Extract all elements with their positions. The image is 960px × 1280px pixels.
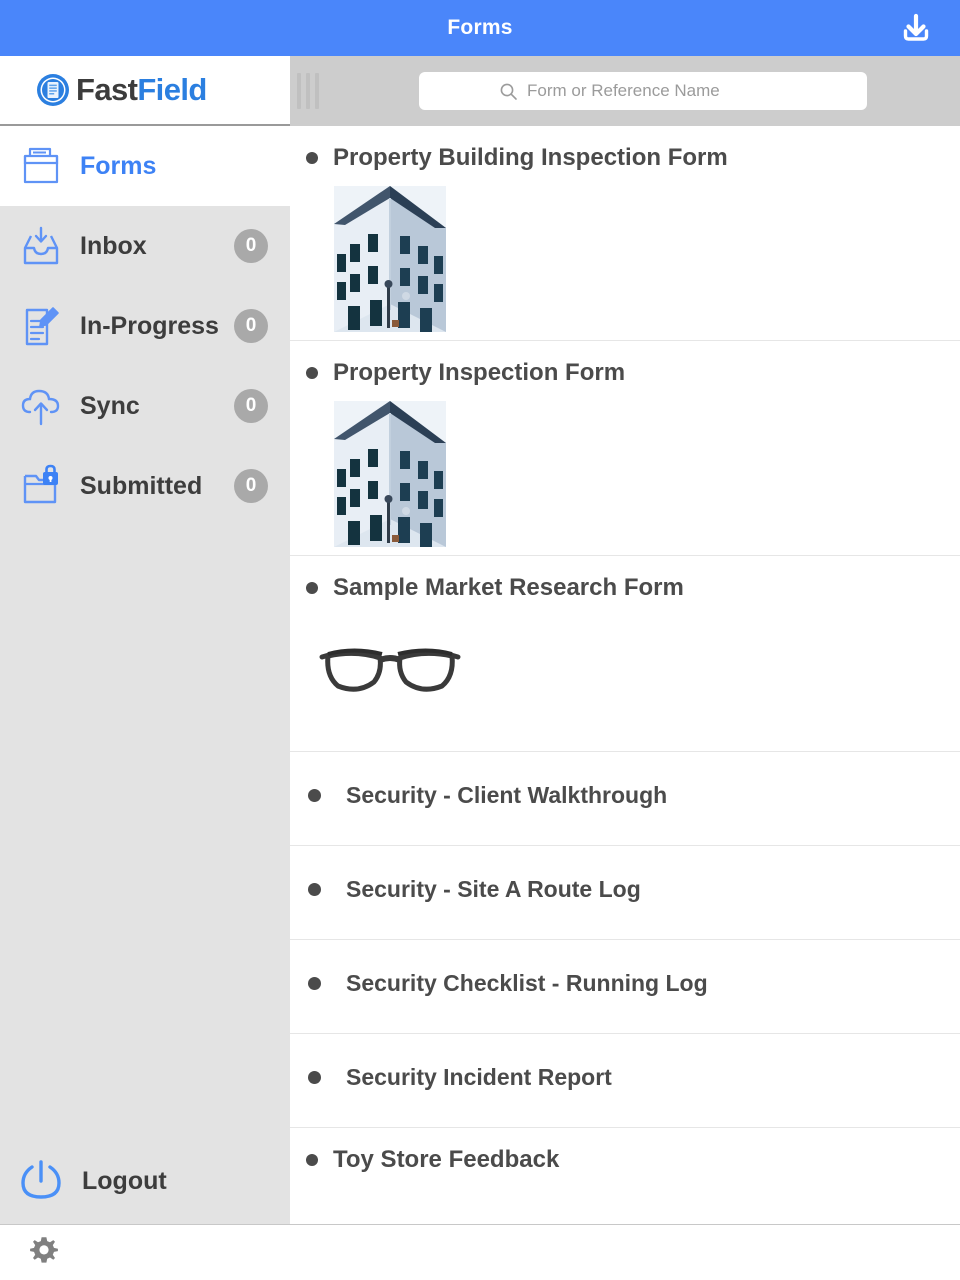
logout-label: Logout [82,1166,167,1195]
sidebar-nav: Forms Inbox 0 In-Progress 0 Sync 0 Submi… [0,126,290,526]
form-title: Security - Client Walkthrough [346,782,668,808]
inbox-tray-icon [10,222,72,270]
search-inner [499,81,787,101]
form-title: Property Building Inspection Form [333,144,728,171]
search-box[interactable] [419,72,867,110]
status-badge: 0 [234,229,268,263]
bullet-icon [308,977,321,990]
settings-button[interactable] [26,1232,62,1273]
form-title: Security Checklist - Running Log [346,970,708,996]
list-item-spacer [290,1174,960,1224]
fastfield-document-logo-icon [36,73,70,107]
cloud-upload-icon [10,382,72,430]
list-item[interactable]: Security Checklist - Running Log [290,940,960,1034]
thumbnail-wrap [290,387,960,555]
grip-bar [306,73,310,109]
search-icon [500,83,517,100]
sidebar-item-label: Submitted [80,471,203,500]
bullet-icon [308,789,321,802]
thumbnail-wrap [290,172,960,340]
grip-bar [315,73,319,109]
sidebar: FastField Forms Inbox 0 In-Progress 0 Sy… [0,56,290,1224]
brand-name: FastField [76,72,207,108]
search-container [326,72,960,110]
list-item-header: Security - Site A Route Log [290,846,960,903]
status-badge: 0 [234,309,268,343]
list-item-header: Property Building Inspection Form [290,126,960,172]
sidebar-item-in-progress[interactable]: In-Progress 0 [0,286,290,366]
list-item[interactable]: Sample Market Research Form [290,556,960,752]
bullet-icon [308,883,321,896]
brand-logo-area: FastField [0,56,290,126]
sidebar-item-forms[interactable]: Forms [0,126,290,206]
eyeglasses-photo [316,638,960,709]
status-badge: 0 [234,469,268,503]
sidebar-item-label: In-Progress [80,311,219,340]
form-title: Toy Store Feedback [333,1146,560,1173]
list-item[interactable]: Toy Store Feedback [290,1128,960,1224]
list-item-header: Security Incident Report [290,1034,960,1091]
sidebar-item-submitted[interactable]: Submitted 0 [0,446,290,526]
list-item[interactable]: Property Inspection Form [290,341,960,556]
thumbnail-wrap [290,602,960,709]
list-item[interactable]: Security - Site A Route Log [290,846,960,940]
bullet-icon [306,582,318,594]
bullet-icon [306,152,318,164]
brand-name-primary: Fast [76,72,138,107]
list-item-header: Property Inspection Form [290,341,960,387]
list-item-header: Sample Market Research Form [290,556,960,602]
drag-grip-icon[interactable] [290,56,326,126]
sidebar-item-label: Sync [80,391,140,420]
search-input[interactable] [527,81,787,101]
download-button[interactable] [888,0,944,56]
title-bar: Forms [0,0,960,56]
list-item-header: Security Checklist - Running Log [290,940,960,997]
form-title: Security Incident Report [346,1064,612,1090]
sidebar-item-label: Inbox [80,231,147,260]
building-corner-photo [330,399,450,547]
bullet-icon [308,1071,321,1084]
status-badge: 0 [234,389,268,423]
bottom-bar [0,1224,960,1280]
brand-name-secondary: Field [137,72,207,107]
list-item[interactable]: Security - Client Walkthrough [290,752,960,846]
folder-forms-icon [10,142,72,190]
gear-icon [30,1237,58,1263]
grip-bar [297,73,301,109]
form-title: Sample Market Research Form [333,574,684,601]
document-pencil-icon [10,302,72,350]
sidebar-item-inbox[interactable]: Inbox 0 [0,206,290,286]
logout-button[interactable]: Logout [0,1138,290,1224]
power-icon [10,1155,72,1207]
search-toolbar [290,56,960,126]
form-list[interactable]: Property Building Inspection Form Proper… [290,126,960,1224]
bullet-icon [306,1154,318,1166]
list-item[interactable]: Security Incident Report [290,1034,960,1128]
download-icon [903,13,929,41]
building-corner-photo [330,184,450,332]
bullet-icon [306,367,318,379]
page-title: Forms [447,16,513,39]
folder-lock-icon [10,462,72,510]
app-window: Forms FastField Forms Inbox 0 In-Progres… [0,0,960,1280]
list-item-header: Security - Client Walkthrough [290,752,960,809]
form-title: Security - Site A Route Log [346,876,641,902]
form-title: Property Inspection Form [333,359,626,386]
list-item[interactable]: Property Building Inspection Form [290,126,960,341]
list-item-header: Toy Store Feedback [290,1128,960,1174]
sidebar-item-sync[interactable]: Sync 0 [0,366,290,446]
sidebar-item-label: Forms [80,151,157,180]
